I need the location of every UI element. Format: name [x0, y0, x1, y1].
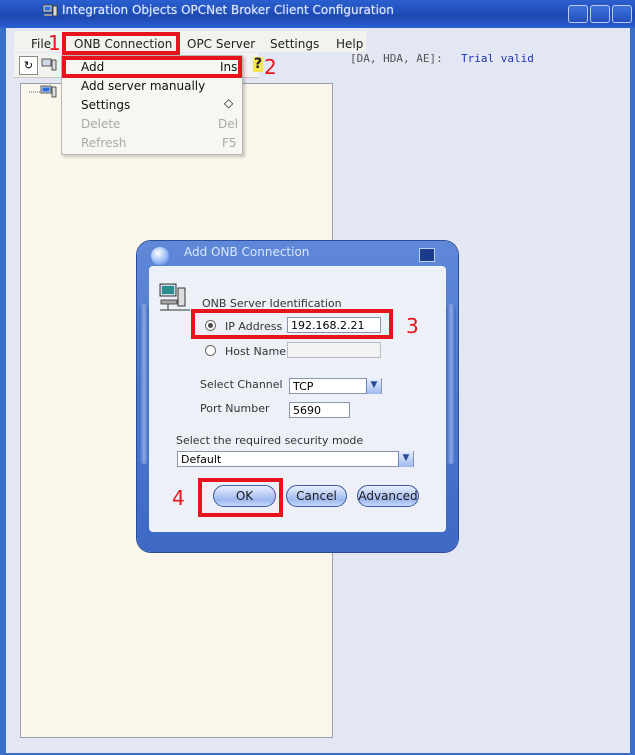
menu-item-delete-shortcut: Del [218, 117, 238, 131]
host-name-input[interactable] [287, 342, 381, 358]
license-status-label: [DA, HDA, AE]: [350, 52, 443, 65]
host-name-radio[interactable] [205, 345, 216, 356]
port-number-input[interactable]: 5690 [289, 402, 350, 418]
highlight-onb-connection [62, 32, 180, 55]
select-channel-label: Select Channel [200, 378, 283, 391]
window-title: Integration Objects OPCNet Broker Client… [62, 3, 394, 17]
advanced-button[interactable]: Advanced [357, 485, 419, 507]
step-number-1: 1 [48, 31, 61, 55]
security-mode-label: Select the required security mode [176, 434, 364, 447]
host-name-label: Host Name [225, 345, 286, 358]
menu-item-refresh-shortcut: F5 [222, 136, 237, 150]
help-icon[interactable]: ? [253, 57, 264, 72]
menu-settings[interactable]: Settings [270, 37, 319, 51]
license-status-value: Trial valid [461, 52, 534, 65]
minimize-button[interactable] [568, 5, 588, 23]
refresh-icon[interactable]: ↻ [19, 56, 38, 75]
channel-dropdown-icon[interactable]: ▼ [366, 378, 381, 394]
highlight-add [62, 56, 242, 78]
channel-select-value: TCP [293, 380, 314, 393]
highlight-ip-address [191, 309, 393, 339]
add-connection-icon[interactable] [41, 56, 58, 73]
dialog-right-edge [446, 304, 456, 464]
step-number-2: 2 [264, 55, 277, 79]
network-computer-icon [42, 4, 58, 17]
security-mode-select[interactable]: Default [177, 451, 414, 467]
dialog-left-edge [139, 304, 149, 464]
security-dropdown-icon[interactable]: ▼ [398, 451, 413, 467]
step-number-3: 3 [406, 314, 419, 338]
menu-item-delete[interactable]: Delete [81, 117, 120, 131]
menu-item-refresh[interactable]: Refresh [81, 136, 126, 150]
port-number-label: Port Number [200, 402, 270, 415]
menu-item-add-server-manually[interactable]: Add server manually [81, 79, 205, 93]
maximize-button[interactable] [590, 5, 610, 23]
network-computer-icon [159, 283, 190, 311]
cancel-button[interactable]: Cancel [286, 485, 347, 507]
dialog-minimize-button[interactable] [419, 248, 435, 262]
highlight-ok [198, 478, 283, 517]
network-root-icon[interactable] [28, 84, 58, 98]
security-mode-value: Default [181, 453, 222, 466]
dialog-title: Add ONB Connection [184, 245, 310, 259]
menu-item-settings[interactable]: Settings [81, 98, 130, 112]
dialog-orb-icon [151, 247, 169, 265]
submenu-arrow-icon: ◇ [224, 96, 234, 110]
close-button[interactable] [612, 5, 632, 23]
menu-opc-server[interactable]: OPC Server [187, 37, 255, 51]
step-number-4: 4 [172, 486, 185, 510]
menu-help[interactable]: Help [336, 37, 363, 51]
